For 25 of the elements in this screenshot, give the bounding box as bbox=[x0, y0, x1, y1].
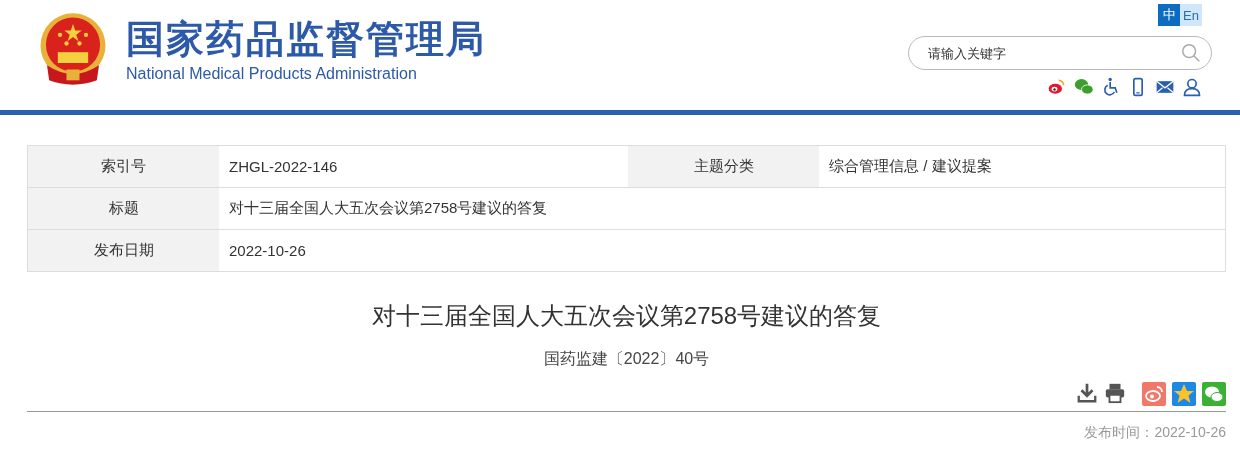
printer-icon[interactable] bbox=[1104, 382, 1126, 404]
field-value: 2022-10-26 bbox=[228, 241, 307, 261]
language-tab[interactable]: 中 bbox=[1158, 4, 1180, 26]
field-label: 发布日期 bbox=[28, 230, 219, 271]
field-label: 主题分类 bbox=[628, 146, 819, 187]
site-title: 国家药品监督管理局 bbox=[126, 17, 486, 61]
weibo-icon[interactable] bbox=[1047, 77, 1067, 97]
document-number: 国药监建〔2022〕40号 bbox=[542, 349, 711, 369]
field-value: ZHGL-2022-146 bbox=[228, 157, 339, 177]
star-icon[interactable] bbox=[1172, 382, 1196, 406]
chat-bubbles-icon[interactable] bbox=[1074, 77, 1094, 97]
user-icon[interactable] bbox=[1182, 77, 1202, 97]
weibo-icon[interactable] bbox=[1142, 382, 1166, 406]
language-tab[interactable]: En bbox=[1180, 4, 1202, 26]
field-label: 索引号 bbox=[28, 146, 219, 187]
publish-time: 发布时间：2022-10-26 bbox=[1083, 424, 1226, 442]
field-value: 对十三届全国人大五次会议第2758号建议的答复 bbox=[228, 198, 549, 218]
wheelchair-icon[interactable] bbox=[1101, 77, 1121, 97]
site-subtitle: National Medical Products Administration bbox=[126, 65, 418, 83]
field-label: 标题 bbox=[28, 188, 219, 229]
field-value: 综合管理信息 / 建议提案 bbox=[828, 156, 993, 176]
download-icon[interactable] bbox=[1076, 382, 1098, 404]
article-title: 对十三届全国人大五次会议第2758号建议的答复 bbox=[370, 301, 883, 331]
chat-bubbles-icon[interactable] bbox=[1202, 382, 1226, 406]
search-field[interactable]: 请输入关键字 bbox=[908, 36, 1212, 70]
